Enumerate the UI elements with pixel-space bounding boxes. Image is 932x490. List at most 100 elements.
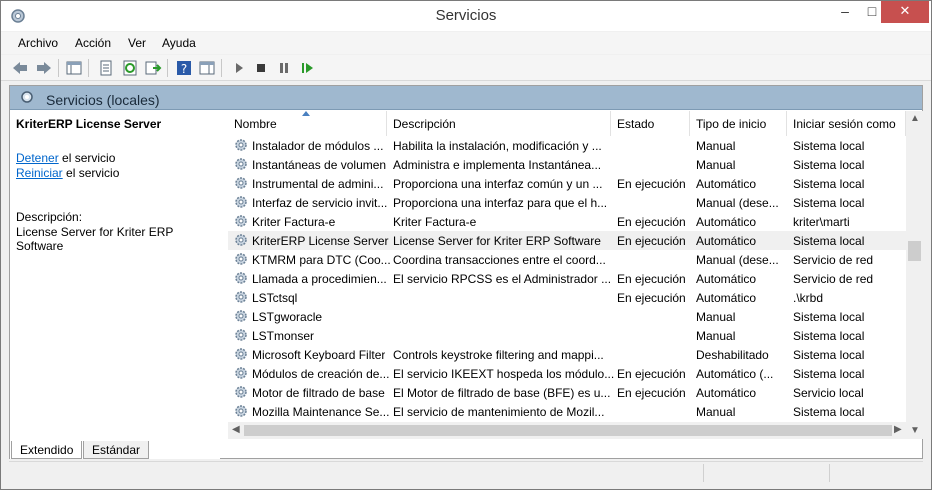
forward-arrow-icon[interactable] — [35, 59, 53, 77]
menu-ver[interactable]: Ver — [128, 36, 146, 50]
status-bar — [9, 461, 923, 483]
vertical-scrollbar[interactable]: ▲ ▼ — [906, 111, 923, 439]
column-header-startup[interactable]: Tipo de inicio — [690, 111, 787, 136]
service-row[interactable]: Motor de filtrado de base El Motor de fil… — [228, 383, 906, 402]
column-header-logon[interactable]: Iniciar sesión como — [787, 111, 906, 136]
cell-desc: License Server for Kriter ERP Software — [393, 234, 601, 248]
cell-name: Módulos de creación de... — [252, 367, 390, 381]
cell-name: KriterERP License Server — [252, 234, 389, 248]
show-hide-action-pane-icon[interactable] — [198, 59, 216, 77]
cell-startup: Manual (dese... — [696, 253, 779, 267]
restart-icon[interactable] — [298, 59, 316, 77]
close-button[interactable]: ✕ — [881, 1, 929, 23]
cell-name: Microsoft Keyboard Filter — [252, 348, 386, 362]
toolbar-separator — [58, 59, 59, 77]
column-header-state[interactable]: Estado — [611, 111, 690, 136]
cell-desc: Proporciona una interfaz para que el h..… — [393, 196, 608, 210]
cell-desc: Administra e implementa Instantánea... — [393, 158, 602, 172]
cell-desc: Kriter Factura-e — [393, 215, 477, 229]
service-row[interactable]: Kriter Factura-e Kriter Factura-e En ejecu… — [228, 212, 906, 231]
cell-name: KTMRM para DTC (Coo... — [252, 253, 391, 267]
service-row[interactable]: Microsoft Keyboard Filter Controls keystr… — [228, 345, 906, 364]
cell-desc: El servicio RPCSS es el Administrador ..… — [393, 272, 612, 286]
service-gear-icon — [235, 291, 247, 303]
service-row[interactable]: LSTmonser Manual Sistema local — [228, 326, 906, 345]
service-row[interactable]: LSTctsql En ejecución Automático .\krbd — [228, 288, 906, 307]
service-gear-icon — [235, 215, 247, 227]
cell-state: En ejecución — [617, 386, 686, 400]
cell-logon: Sistema local — [793, 139, 865, 153]
cell-startup: Automático — [696, 386, 757, 400]
cell-name: Interfaz de servicio invit... — [252, 196, 388, 210]
service-gear-icon — [235, 196, 247, 208]
service-gear-icon — [235, 272, 247, 284]
cell-desc: Proporciona una interfaz común y un ... — [393, 177, 603, 191]
toolbar-separator — [167, 59, 168, 77]
cell-state: En ejecución — [617, 367, 686, 381]
cell-logon: Sistema local — [793, 177, 865, 191]
cell-name: Llamada a procedimien... — [252, 272, 387, 286]
tab-estandar[interactable]: Estándar — [83, 441, 150, 459]
pause-icon[interactable] — [275, 59, 293, 77]
cell-startup: Automático — [696, 215, 757, 229]
cell-startup: Deshabilitado — [696, 348, 769, 362]
service-gear-icon — [235, 348, 247, 360]
service-row[interactable]: KTMRM para DTC (Coo... Coordina transacci… — [228, 250, 906, 269]
scroll-down-icon[interactable]: ▼ — [910, 425, 920, 436]
menu-accion[interactable]: Acción — [75, 36, 111, 50]
service-row[interactable]: Instantáneas de volumen Administra e impl… — [228, 155, 906, 174]
services-list: Nombre Descripción Estado Tipo de inicio… — [228, 111, 922, 439]
horizontal-scroll-thumb[interactable] — [244, 425, 892, 436]
play-icon[interactable] — [230, 59, 248, 77]
menu-ayuda[interactable]: Ayuda — [162, 36, 196, 50]
services-window: Servicios – □ ✕ Archivo Acción Ver Ayuda… — [0, 0, 932, 490]
status-divider — [829, 464, 830, 482]
horizontal-scrollbar[interactable]: ◀ ▶ — [228, 422, 906, 439]
scroll-up-icon[interactable]: ▲ — [910, 113, 920, 124]
service-row[interactable]: Instrumental de admini... Proporciona una… — [228, 174, 906, 193]
service-row[interactable]: KriterERP License Server License Server f… — [228, 231, 906, 250]
description-pane: KriterERP License Server Detener el serv… — [10, 111, 220, 459]
restart-service-line: Reiniciar el servicio — [16, 166, 119, 180]
service-row[interactable]: Interfaz de servicio invit... Proporciona… — [228, 193, 906, 212]
cell-state: En ejecución — [617, 215, 686, 229]
cell-name: Mozilla Maintenance Se... — [252, 405, 390, 419]
search-gear-icon — [21, 91, 33, 103]
scroll-left-icon[interactable]: ◀ — [232, 424, 240, 435]
refresh-icon[interactable] — [121, 59, 139, 77]
service-row[interactable]: Instalador de módulos ... Habilita la ins… — [228, 136, 906, 155]
service-row[interactable]: Llamada a procedimien... El servicio RPCS… — [228, 269, 906, 288]
stop-service-link[interactable]: Detener — [16, 151, 59, 165]
cell-startup: Automático — [696, 291, 757, 305]
minimize-button[interactable]: – — [831, 1, 859, 23]
service-row[interactable]: Mozilla Maintenance Se... El servicio de … — [228, 402, 906, 421]
cell-logon: Sistema local — [793, 234, 865, 248]
service-row[interactable]: Módulos de creación de... El servicio IKE… — [228, 364, 906, 383]
cell-name: Instantáneas de volumen — [252, 158, 387, 172]
toolbar-separator — [221, 59, 222, 77]
back-arrow-icon[interactable] — [11, 59, 29, 77]
cell-desc: El Motor de filtrado de base (BFE) es u.… — [393, 386, 611, 400]
cell-startup: Automático (... — [696, 367, 774, 381]
restart-service-link[interactable]: Reiniciar — [16, 166, 63, 180]
stop-service-suffix: el servicio — [58, 151, 116, 165]
cell-logon: Servicio de red — [793, 272, 874, 286]
export-list-icon[interactable] — [144, 59, 162, 77]
properties-icon[interactable] — [97, 59, 115, 77]
vertical-scroll-thumb[interactable] — [908, 241, 921, 261]
cell-startup: Manual — [696, 158, 736, 172]
service-gear-icon — [235, 253, 247, 265]
help-icon[interactable]: ? — [175, 59, 193, 77]
service-row[interactable]: LSTgworacle Manual Sistema local — [228, 307, 906, 326]
column-header-name[interactable]: Nombre — [228, 111, 387, 136]
stop-icon[interactable] — [252, 59, 270, 77]
tab-extendido[interactable]: Extendido — [11, 441, 83, 459]
console-tree-icon[interactable] — [65, 59, 83, 77]
column-header-description[interactable]: Descripción — [387, 111, 611, 136]
scroll-right-icon[interactable]: ▶ — [894, 424, 902, 435]
service-gear-icon — [235, 310, 247, 322]
menu-archivo[interactable]: Archivo — [18, 36, 58, 50]
cell-logon: Sistema local — [793, 405, 865, 419]
cell-logon: Sistema local — [793, 310, 865, 324]
cell-state: En ejecución — [617, 272, 686, 286]
